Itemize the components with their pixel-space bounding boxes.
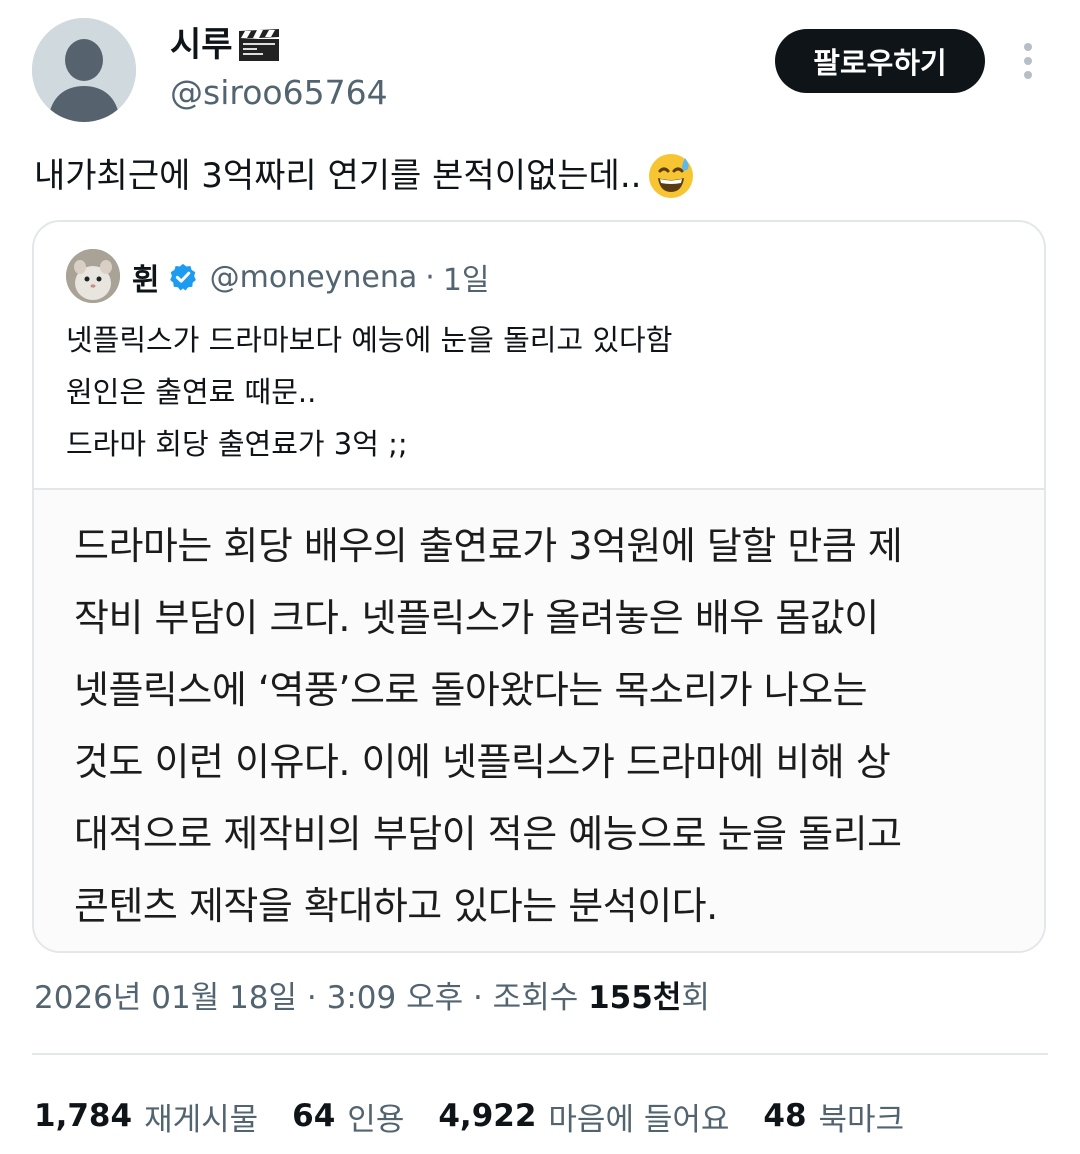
quoted-handle[interactable]: @moneynena xyxy=(210,260,418,295)
quoted-text-line: 원인은 출연료 때문.. xyxy=(66,375,317,409)
author-name-text: 시루 xyxy=(170,25,233,65)
bookmarks-count: 48 xyxy=(763,1098,807,1134)
sweat-smile-emoji-icon xyxy=(649,154,694,198)
quoted-text: 넷플릭스가 드라마보다 예능에 눈을 돌리고 있다함 원인은 출연료 때문.. … xyxy=(66,314,1026,470)
verified-badge-icon xyxy=(169,263,196,291)
quoted-text-line: 넷플릭스가 드라마보다 예능에 눈을 돌리고 있다함 xyxy=(66,323,673,357)
default-avatar-icon xyxy=(32,18,136,122)
tweet-meta: 2026년 01월 18일 · 3:09 오후 · 조회수 155천회 xyxy=(34,976,710,1020)
image-text-line: 드라마는 회당 배우의 출연료가 3억원에 달할 만큼 제 xyxy=(74,524,903,568)
quoted-image[interactable]: 드라마는 회당 배우의 출연료가 3억원에 달할 만큼 제 작비 부담이 크다.… xyxy=(34,490,1044,951)
likes-stat[interactable]: 4,922 마음에 들어요 xyxy=(438,1094,729,1139)
bookmarks-label: 북마크 xyxy=(818,1101,905,1138)
image-text-line: 넷플릭스에 ‘역풍’으로 돌아왔다는 목소리가 나오는 xyxy=(74,668,868,712)
quoted-avatar[interactable] xyxy=(66,249,120,303)
quotes-stat[interactable]: 64 인용 xyxy=(292,1094,404,1139)
view-count-suffix: 회 xyxy=(681,980,710,1016)
quotes-label: 인용 xyxy=(347,1101,405,1138)
more-vertical-icon xyxy=(1024,43,1032,79)
engagement-stats: 1,784 재게시물 64 인용 4,922 마음에 들어요 48 북마크 xyxy=(34,1092,938,1140)
author-display-name[interactable]: 시루 xyxy=(170,24,281,66)
quoted-separator: · xyxy=(425,259,435,295)
author-avatar[interactable] xyxy=(32,18,136,122)
quoted-tweet[interactable]: 휜 @moneynena · 1일 넷플릭스가 드라마보다 예능에 눈을 돌리고… xyxy=(32,220,1046,953)
quoted-time[interactable]: 1일 xyxy=(443,255,490,299)
tweet-header: 시루 @siroo65764 팔로우하기 xyxy=(0,0,1080,140)
quoted-header: 휜 @moneynena · 1일 xyxy=(132,254,490,300)
clapperboard-icon xyxy=(238,29,279,61)
image-text-line: 것도 이런 이유다. 이에 넷플릭스가 드라마에 비해 상 xyxy=(74,740,891,784)
quoted-name[interactable]: 휜 xyxy=(132,255,160,299)
image-text-line: 대적으로 제작비의 부담이 적은 예능으로 눈을 돌리고 xyxy=(74,812,902,856)
stats-divider xyxy=(32,1053,1048,1055)
author-handle[interactable]: @siroo65764 xyxy=(170,72,388,114)
view-count: 155천 xyxy=(588,980,682,1016)
likes-label: 마음에 들어요 xyxy=(548,1101,730,1138)
quoted-image-text: 드라마는 회당 배우의 출연료가 3억원에 달할 만큼 제 작비 부담이 크다.… xyxy=(74,510,1024,942)
reposts-count: 1,784 xyxy=(34,1098,133,1134)
likes-count: 4,922 xyxy=(438,1098,537,1134)
more-options-button[interactable] xyxy=(1008,38,1048,84)
tweet-text: 내가최근에 3억짜리 연기를 본적이없는데.. xyxy=(34,150,1054,202)
bookmarks-stat[interactable]: 48 북마크 xyxy=(763,1094,904,1139)
tweet-body: 내가최근에 3억짜리 연기를 본적이없는데.. xyxy=(34,156,642,196)
image-text-line: 콘텐츠 제작을 확대하고 있다는 분석이다. xyxy=(74,884,718,928)
follow-button[interactable]: 팔로우하기 xyxy=(775,29,985,93)
hamster-avatar-icon xyxy=(66,249,120,303)
tweet-datetime[interactable]: 2026년 01월 18일 · 3:09 오후 · 조회수 xyxy=(34,980,588,1016)
image-text-line: 작비 부담이 크다. 넷플릭스가 올려놓은 배우 몸값이 xyxy=(74,596,879,640)
reposts-stat[interactable]: 1,784 재게시물 xyxy=(34,1094,258,1139)
quotes-count: 64 xyxy=(292,1098,336,1134)
quoted-text-line: 드라마 회당 출연료가 3억 ;; xyxy=(66,427,408,461)
reposts-label: 재게시물 xyxy=(144,1101,259,1138)
